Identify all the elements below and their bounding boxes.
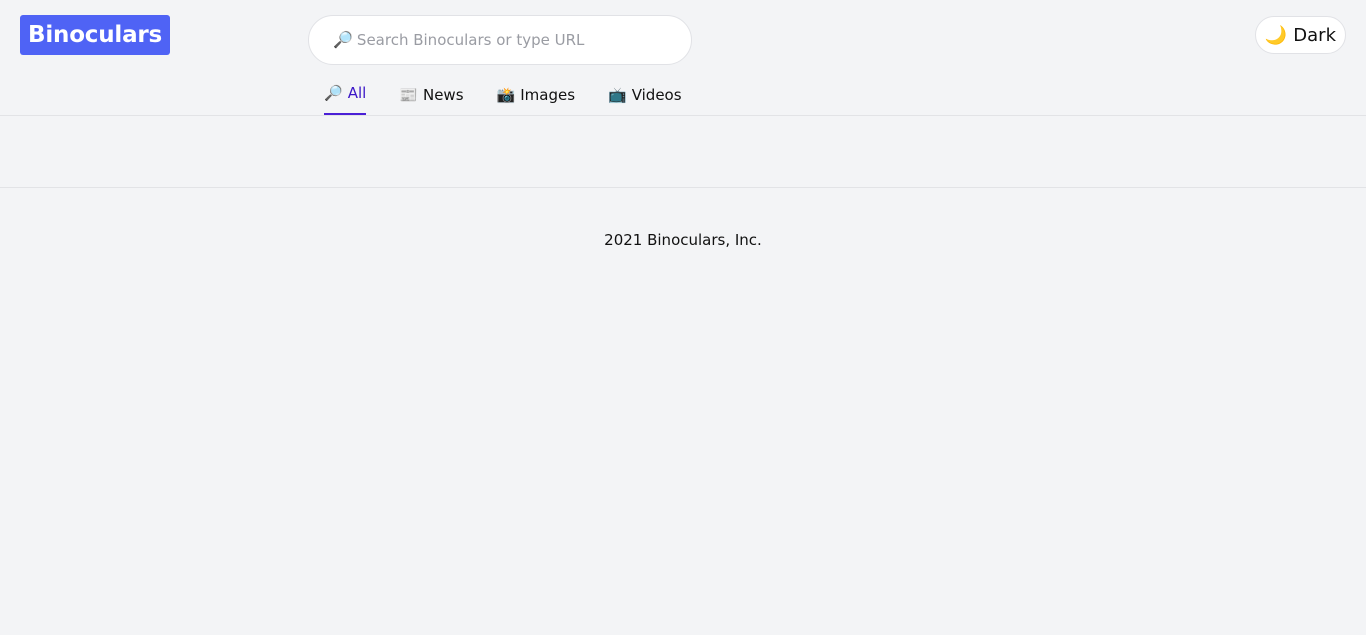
- tab-label: Images: [520, 86, 576, 104]
- tab-images[interactable]: 📸 Images: [497, 84, 575, 115]
- tab-news[interactable]: 📰 News: [399, 84, 463, 115]
- camera-icon: 📸: [496, 86, 516, 104]
- footer: 2021 Binoculars, Inc.: [0, 188, 1366, 249]
- newspaper-icon: 📰: [399, 86, 418, 104]
- tab-label: News: [422, 86, 464, 104]
- header: Binoculars 🔎 🌙 Dark 🔎 All 📰 News 📸 Image…: [0, 0, 1366, 116]
- search-bar[interactable]: 🔎: [308, 15, 692, 65]
- results-area: [0, 116, 1366, 188]
- search-tabs: 🔎 All 📰 News 📸 Images 📺 Videos: [324, 84, 682, 115]
- dark-mode-toggle[interactable]: 🌙 Dark: [1254, 16, 1346, 54]
- search-icon: 🔎: [333, 30, 353, 49]
- search-icon: 🔎: [324, 84, 343, 102]
- tab-all[interactable]: 🔎 All: [324, 84, 367, 115]
- dark-mode-label: Dark: [1293, 24, 1336, 46]
- search-input[interactable]: [356, 31, 677, 49]
- moon-icon: 🌙: [1264, 24, 1288, 46]
- copyright-text: 2021 Binoculars, Inc.: [604, 231, 762, 249]
- tab-label: Videos: [631, 86, 682, 104]
- tab-videos[interactable]: 📺 Videos: [608, 84, 682, 115]
- television-icon: 📺: [608, 86, 627, 104]
- tab-label: All: [347, 84, 367, 102]
- logo[interactable]: Binoculars: [20, 15, 171, 55]
